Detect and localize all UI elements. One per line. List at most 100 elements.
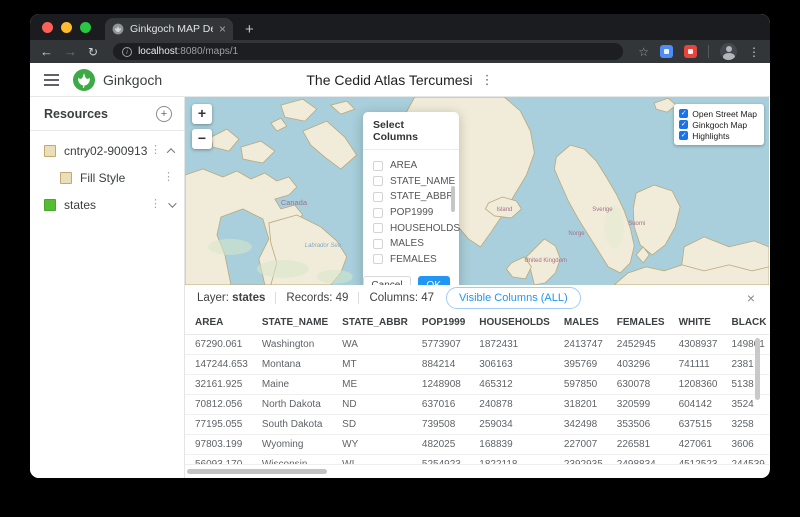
item-menu-icon[interactable]: ⋮ [150,199,161,210]
checkbox-unchecked-icon[interactable] [373,176,383,187]
table-cell: Maine [261,378,290,390]
horizontal-scrollbar-thumb[interactable] [187,469,327,474]
item-menu-icon[interactable]: ⋮ [163,172,174,183]
column-option[interactable]: STATE_ABBR [373,189,454,205]
address-bar[interactable]: i localhost:8080/maps/1 [113,43,624,60]
table-cell: 604142 [678,398,712,410]
back-icon[interactable]: ← [40,45,53,58]
column-option[interactable]: POP1999 [373,205,449,221]
tab-close-icon[interactable]: × [219,23,226,35]
table-row[interactable]: 77195.055 South Dakota SD 739508 259034 34249… [185,414,769,434]
table-cell: 147244.653 [195,358,248,370]
browser-menu-icon[interactable]: ⋮ [748,46,760,58]
window-close-button[interactable] [42,21,53,33]
table-row[interactable]: 32161.925 Maine ME 1248908 465312 597850 63007… [185,374,769,394]
chevron-down-icon[interactable] [168,198,177,208]
zoom-out-button[interactable]: − [192,129,212,149]
table-cell: 1248908 [421,378,461,390]
layer-swatch-icon [44,198,56,211]
column-option[interactable]: AREA [373,158,449,174]
table-cell: 97803.199 [195,438,243,450]
checkbox-checked-icon[interactable]: ✓ [679,109,689,118]
column-option[interactable]: HOUSEHOLDS [373,220,460,236]
table-cell: ND [342,398,357,410]
vertical-scrollbar-thumb[interactable] [755,338,760,400]
hamburger-menu-icon[interactable] [44,78,59,81]
checkbox-checked-icon[interactable]: ✓ [679,120,689,129]
layer-toggle[interactable]: ✓ Open Street Map [679,108,757,119]
forward-icon[interactable]: → [64,45,77,58]
info-divider [358,292,360,304]
layer-label: Open Street Map [692,108,757,119]
dialog-scrollbar[interactable] [451,186,455,212]
table-cell: 244539 [731,458,765,465]
table-cell: SD [342,418,357,430]
map-canvas[interactable]: Canada Island Norge Sverige Suomi United King… [185,97,769,285]
resource-label: cntry02-900913 [64,143,148,158]
extension-icon-blue[interactable] [660,45,673,58]
column-option-label: MALES [390,238,424,250]
records-info: Records: 49 [286,292,349,304]
column-option[interactable]: MALES [373,236,449,252]
close-table-icon[interactable]: × [747,291,755,305]
checkbox-unchecked-icon[interactable] [373,223,383,234]
layer-label: Highlights [692,130,730,141]
table-cell: Wyoming [261,438,304,450]
table-row[interactable]: 67290.061 Washington WA 5773907 1872431 24137… [185,334,769,354]
reload-icon[interactable]: ↻ [88,46,98,58]
table-cell: 32161.925 [195,378,243,390]
table-cell: 77195.055 [195,418,243,430]
window-zoom-button[interactable] [80,21,91,33]
zoom-in-button[interactable]: + [192,104,212,124]
map-label: United Kingdom [524,258,566,264]
layer-toggle[interactable]: ✓ Highlights [679,130,757,141]
window-minimize-button[interactable] [61,21,72,33]
layer-toggle[interactable]: ✓ Ginkgoch Map [679,119,757,130]
new-tab-button[interactable]: + [245,22,254,37]
title-menu-icon[interactable]: ⋮ [481,73,494,86]
dialog-title: Select Columns [363,112,459,150]
checkbox-unchecked-icon[interactable] [373,207,383,218]
item-menu-icon[interactable]: ⋮ [150,145,161,156]
browser-tab-strip: Ginkgoch MAP Demo × + [30,14,770,40]
horizontal-scrollbar[interactable] [187,469,755,475]
table-cell: 56093.170 [195,458,243,465]
table-row[interactable]: 70812.056 North Dakota ND 637016 240878 31820… [185,394,769,414]
visible-columns-button[interactable]: Visible Columns (ALL) [446,287,581,309]
browser-tab[interactable]: Ginkgoch MAP Demo × [105,18,233,40]
checkbox-unchecked-icon[interactable] [373,254,383,265]
column-option[interactable]: STATE_NAME [373,174,455,190]
sidebar: Resources + cntry02-900913 ⋮ Fill Style ⋮ st… [30,97,185,478]
checkbox-checked-icon[interactable]: ✓ [679,131,689,140]
brand-name: Ginkgoch [103,71,163,88]
profile-avatar[interactable] [720,43,737,60]
extension-icon-red[interactable] [684,45,697,58]
table-row[interactable]: 97803.199 Wyoming WY 482025 168839 227007 2265… [185,434,769,454]
column-header: POP1999 [418,311,477,335]
bookmark-star-icon[interactable]: ☆ [638,45,649,59]
table-scroll-area[interactable]: AREA STATE_NAME STATE_ABBR POP1999 HOUSEHOLD… [185,311,769,465]
table-cell: WA [342,338,358,350]
table-cell: 637515 [678,418,712,430]
resource-item[interactable]: states ⋮ [30,191,184,218]
checkbox-unchecked-icon[interactable] [373,238,383,249]
add-resource-button[interactable]: + [156,106,172,122]
resource-item[interactable]: cntry02-900913 ⋮ [30,137,184,164]
table-row[interactable]: 56093.170 Wisconsin WI 5254923 1822118 239293… [185,454,769,465]
table-cell: 427061 [678,438,712,450]
column-option[interactable]: FEMALES [373,252,449,268]
checkbox-unchecked-icon[interactable] [373,160,383,171]
table-info-bar: Layer: states Records: 49 Columns: 47 Vi… [185,285,769,311]
table-cell: WY [342,438,359,450]
chevron-up-icon[interactable] [166,147,176,157]
table-cell: 149801 [731,338,765,350]
browser-toolbar: ← → ↻ i localhost:8080/maps/1 ☆ ⋮ [30,40,770,63]
site-info-icon[interactable]: i [122,46,133,57]
ok-button[interactable]: OK [417,276,450,285]
table-row[interactable]: 147244.653 Montana MT 884214 306163 395769 403… [185,354,769,374]
table-cell: WI [342,458,355,465]
cancel-button[interactable]: Cancel [363,276,411,285]
checkbox-unchecked-icon[interactable] [373,191,383,202]
table-cell: 3606 [731,438,754,450]
resource-item[interactable]: Fill Style ⋮ [30,164,184,191]
